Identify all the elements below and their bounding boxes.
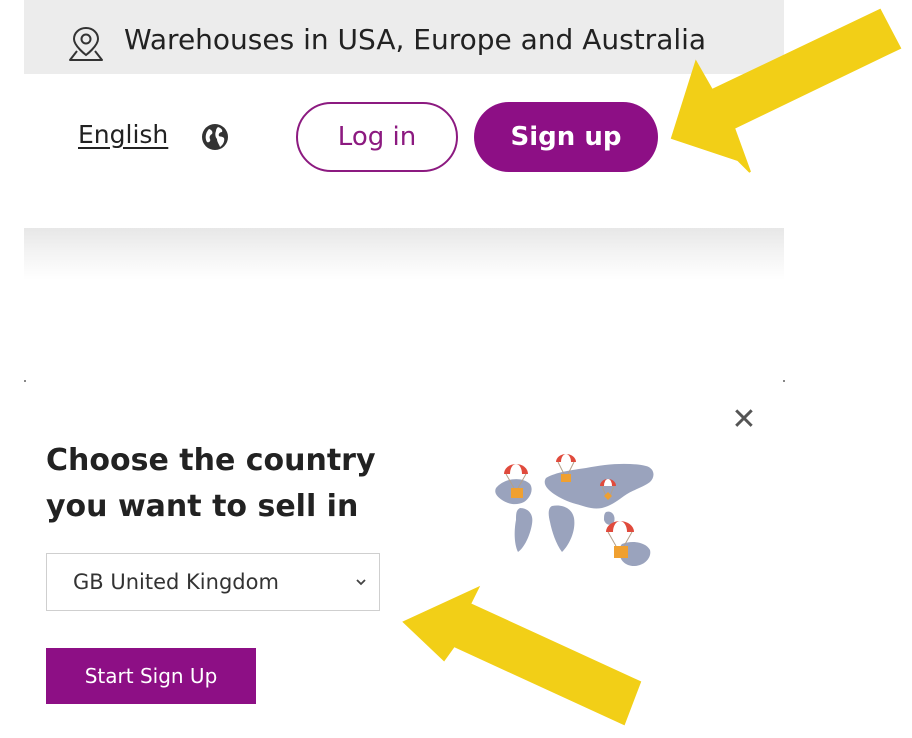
- language-link[interactable]: English: [78, 120, 168, 149]
- globe-icon[interactable]: [200, 122, 230, 152]
- divider-dot: [783, 380, 785, 382]
- popup-title-line1: Choose the country: [46, 443, 376, 478]
- start-signup-button[interactable]: Start Sign Up: [46, 648, 256, 704]
- popup-title: Choose the country you want to sell in: [46, 438, 426, 530]
- header-shadow: [24, 228, 784, 280]
- login-button[interactable]: Log in: [296, 102, 458, 172]
- yellow-arrow-icon: [402, 585, 642, 726]
- annotation-arrows: [402, 8, 902, 726]
- country-select-value: GB United Kingdom: [73, 570, 279, 594]
- world-map-illustration: [495, 454, 654, 566]
- popup-title-line2: you want to sell in: [46, 489, 359, 524]
- signup-button[interactable]: Sign up: [474, 102, 658, 172]
- chevron-down-icon: [356, 579, 366, 586]
- close-icon[interactable]: ✕: [728, 404, 760, 436]
- country-select[interactable]: GB United Kingdom: [46, 553, 380, 611]
- divider-dot: [24, 380, 26, 382]
- location-pin-icon: [69, 26, 103, 61]
- warehouses-info-text: Warehouses in USA, Europe and Australia: [124, 23, 707, 56]
